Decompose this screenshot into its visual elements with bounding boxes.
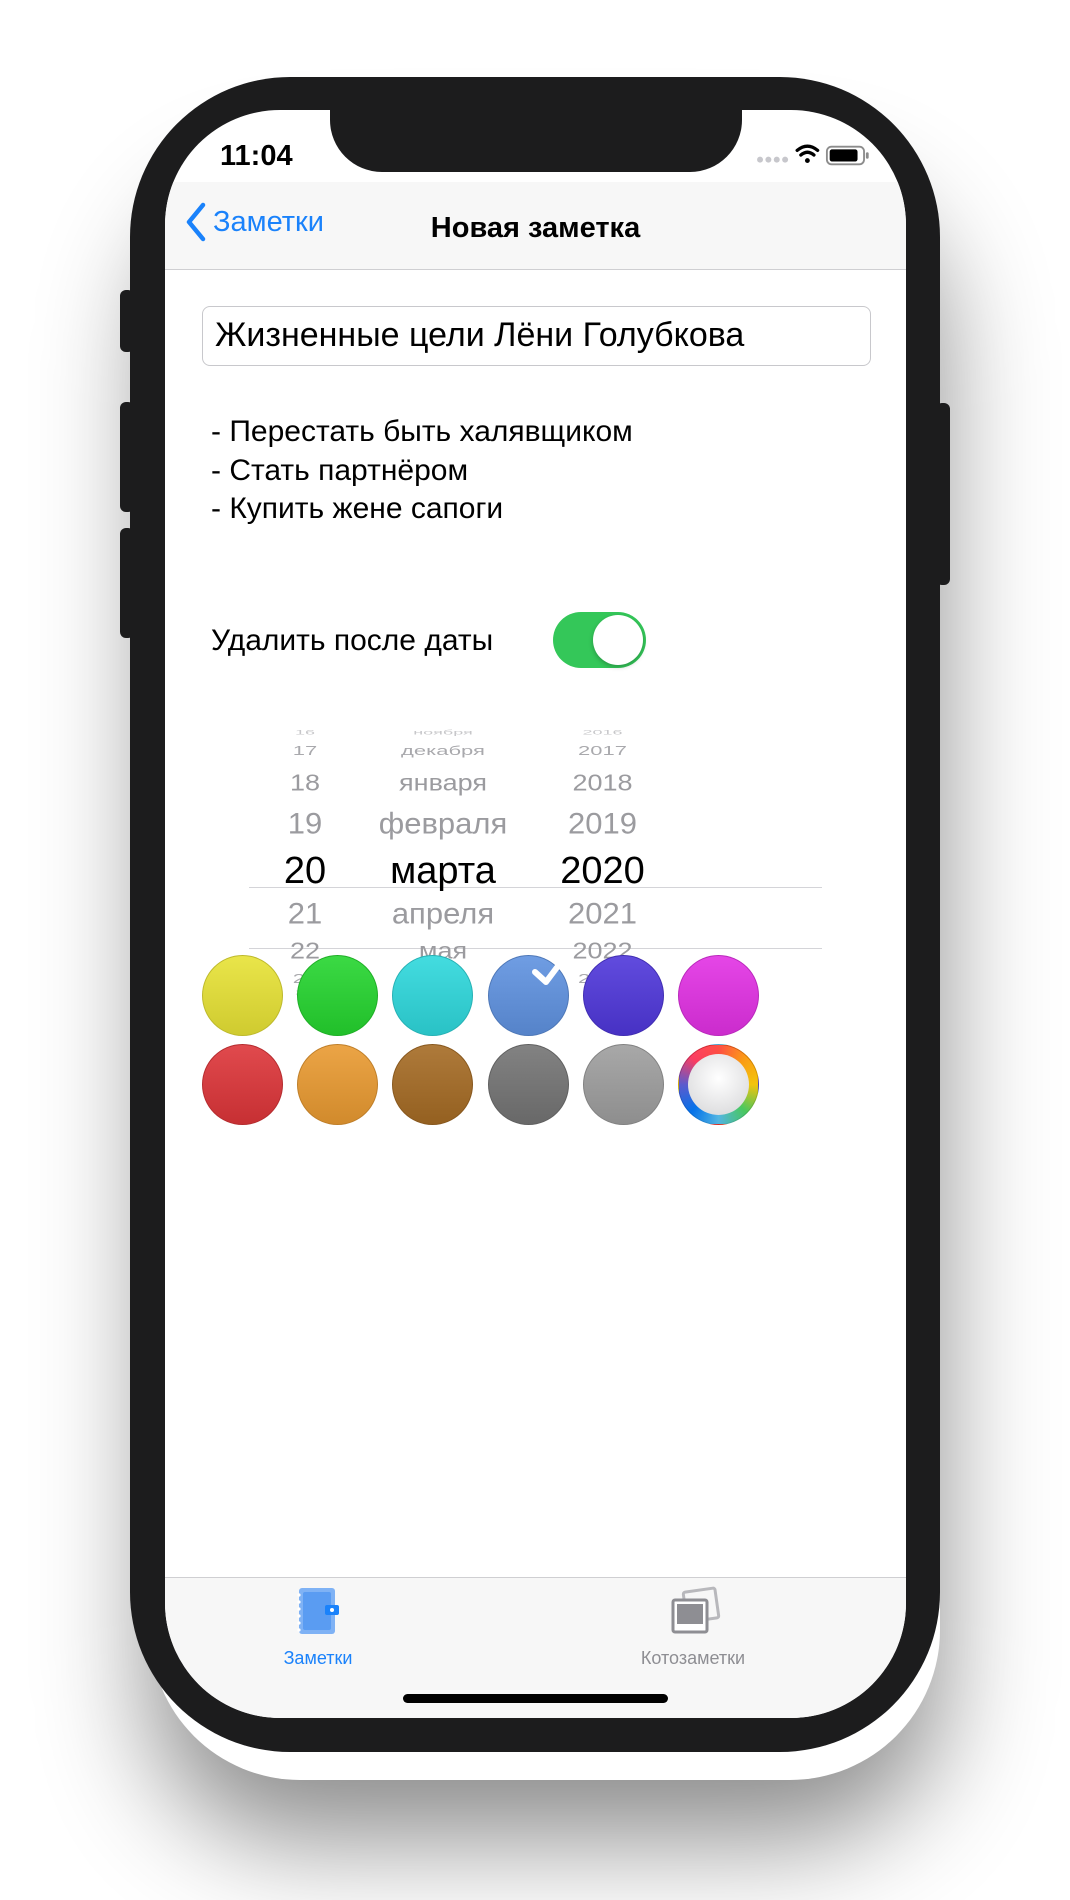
color-swatch-magenta[interactable] (678, 955, 759, 1036)
picker-option[interactable]: декабря (360, 743, 526, 758)
note-body-line: - Стать партнёром (211, 453, 469, 487)
status-time: 11:04 (220, 140, 293, 172)
picker-selected-value[interactable]: 2020 (535, 850, 670, 894)
notch (330, 110, 742, 172)
picker-option[interactable]: 17 (250, 743, 360, 758)
phone-screen: 11:04 Заметки Новая заметка Жизненные це… (165, 110, 906, 1718)
tab-notes[interactable]: Заметки (208, 1578, 428, 1674)
note-body-textarea[interactable]: - Перестать быть халявщиком - Стать парт… (211, 413, 871, 543)
home-indicator[interactable] (403, 1694, 668, 1703)
wifi-icon (795, 144, 820, 163)
color-swatch-indigo[interactable] (583, 955, 664, 1036)
toggle-knob (593, 615, 643, 665)
color-swatch-yellow[interactable] (202, 955, 283, 1036)
delete-after-date-label: Удалить после даты (211, 624, 494, 657)
signal-icon (757, 156, 789, 163)
page-title: Новая заметка (430, 212, 641, 244)
picker-option[interactable]: февраля (360, 807, 526, 841)
picker-selected-value[interactable]: марта (360, 850, 526, 894)
picker-option[interactable]: 2021 (535, 897, 670, 931)
picker-option[interactable]: 19 (250, 807, 360, 841)
tab-label: Заметки (283, 1648, 353, 1668)
navigation-bar: Заметки Новая заметка (165, 182, 906, 270)
color-swatch-light-gray[interactable] (583, 1044, 664, 1125)
picker-option[interactable]: ноября (360, 729, 526, 736)
picker-option[interactable]: 2016 (535, 729, 670, 736)
picker-option[interactable]: января (360, 770, 526, 796)
color-swatch-green[interactable] (297, 955, 378, 1036)
picker-selected-value[interactable]: 20 (250, 850, 360, 894)
tab-cat-notes[interactable]: Котозаметки (583, 1578, 803, 1674)
picker-option[interactable]: 2017 (535, 743, 670, 758)
photos-icon (671, 1586, 721, 1634)
color-swatch-red[interactable] (202, 1044, 283, 1125)
tab-label: Котозаметки (640, 1648, 746, 1668)
color-swatch-custom-color-wheel[interactable] (678, 1044, 759, 1125)
color-swatch-orange[interactable] (297, 1044, 378, 1125)
picker-option[interactable]: 16 (250, 729, 360, 736)
color-swatch-blue[interactable] (488, 951, 570, 1036)
picker-option[interactable]: 18 (250, 770, 360, 796)
color-swatch-brown[interactable] (392, 1044, 473, 1125)
color-wheel-center (688, 1054, 749, 1115)
checkmark-icon (532, 951, 570, 985)
picker-option[interactable]: апреля (360, 897, 526, 931)
color-swatch-dark-gray[interactable] (488, 1044, 569, 1125)
picker-option[interactable]: 2019 (535, 807, 670, 841)
battery-icon (825, 145, 869, 166)
note-body-line: - Купить жене сапоги (211, 492, 504, 525)
delete-after-date-toggle[interactable] (553, 612, 646, 668)
note-title-field[interactable]: Жизненные цели Лёни Голубкова (202, 306, 871, 366)
status-icons (757, 144, 869, 166)
notebook-icon (297, 1588, 339, 1634)
note-body-line: - Перестать быть халявщиком (211, 415, 633, 448)
color-swatch-cyan[interactable] (392, 955, 473, 1036)
picker-option[interactable]: 21 (250, 897, 360, 931)
picker-option[interactable]: 2018 (535, 770, 670, 796)
